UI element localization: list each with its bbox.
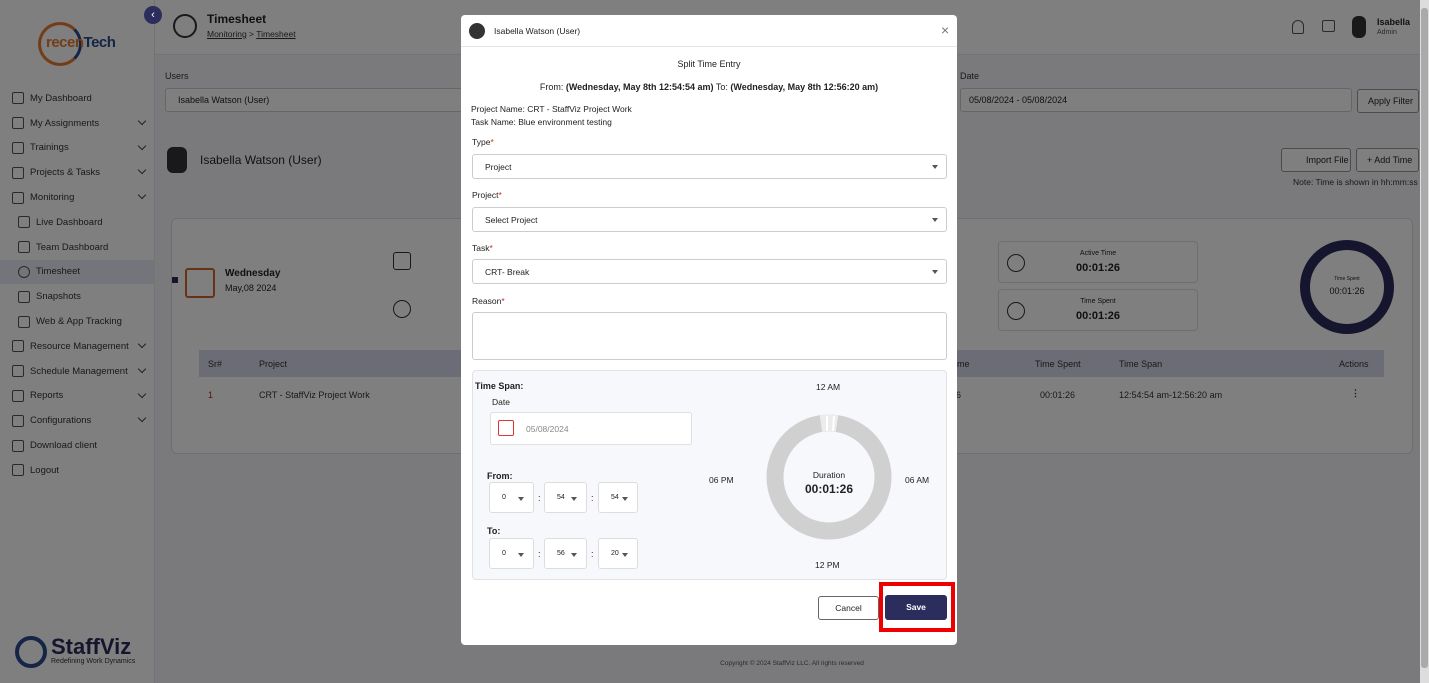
donut-selected-segment	[819, 414, 839, 433]
type-select[interactable]: Project	[472, 154, 947, 179]
range-from: (Wednesday, May 8th 12:54:54 am)	[565, 82, 714, 92]
select-value: 0	[502, 550, 506, 557]
save-button[interactable]: Save	[885, 595, 947, 620]
time-separator: :	[538, 549, 541, 559]
project-name-info: Project Name: CRT - StaffViz Project Wor…	[471, 104, 632, 114]
reason-textarea[interactable]	[472, 312, 947, 360]
select-value: Project	[485, 162, 512, 172]
range-to: (Wednesday, May 8th 12:56:20 am)	[730, 82, 879, 92]
sidebar-collapse-button[interactable]: ‹	[144, 6, 162, 24]
duration-value: 00:01:26	[804, 482, 854, 496]
required-mark: *	[489, 243, 493, 253]
label-text: Task	[472, 243, 490, 253]
task-name-info: Task Name: Blue environment testing	[471, 117, 612, 127]
project-label: Project*	[472, 190, 502, 200]
from-second-select[interactable]: 54	[598, 482, 638, 513]
reason-label: Reason*	[472, 296, 505, 306]
caret-down-icon	[571, 553, 577, 557]
caret-down-icon	[518, 553, 524, 557]
select-value: 0	[502, 494, 506, 501]
label-text: Project	[472, 190, 499, 200]
time-span-label: Time Span:	[475, 381, 524, 391]
task-label: Task*	[472, 243, 493, 253]
caret-down-icon	[518, 497, 524, 501]
duration-label: Duration	[812, 470, 846, 480]
time-separator: :	[538, 493, 541, 503]
task-select[interactable]: CRT- Break	[472, 259, 947, 284]
caret-down-icon	[932, 165, 938, 169]
to-minute-select[interactable]: 56	[544, 538, 587, 569]
select-value: 54	[611, 494, 619, 501]
project-name-label: Project Name:	[471, 104, 525, 114]
clock-label-top: 12 AM	[816, 382, 841, 392]
scrollbar-thumb[interactable]	[1421, 8, 1428, 668]
required-mark: *	[498, 190, 502, 200]
project-select[interactable]: Select Project	[472, 207, 947, 232]
cancel-button[interactable]: Cancel	[818, 596, 879, 620]
type-label: Type*	[472, 137, 494, 147]
caret-down-icon	[622, 497, 628, 501]
time-separator: :	[591, 549, 594, 559]
clock-label-right: 06 AM	[905, 475, 930, 485]
range-from-label: From:	[539, 82, 566, 92]
clock-label-bottom: 12 PM	[815, 560, 840, 570]
label-text: Reason	[472, 296, 502, 306]
caret-down-icon	[932, 270, 938, 274]
date-input[interactable]: 05/08/2024	[490, 412, 692, 445]
avatar	[469, 23, 485, 39]
to-label: To:	[487, 526, 501, 536]
range-to-label: To:	[713, 82, 731, 92]
select-value: 54	[557, 494, 565, 501]
date-label: Date	[492, 397, 510, 407]
select-value: Select Project	[485, 215, 538, 225]
from-minute-select[interactable]: 54	[544, 482, 587, 513]
caret-down-icon	[571, 497, 577, 501]
modal-header: Isabella Watson (User) ×	[461, 15, 957, 47]
to-second-select[interactable]: 20	[598, 538, 638, 569]
select-value: 56	[557, 550, 565, 557]
select-value: CRT- Break	[485, 267, 530, 277]
from-label: From:	[487, 471, 513, 481]
page-scrollbar[interactable]	[1420, 0, 1429, 683]
select-value: 20	[611, 550, 619, 557]
donut-tick	[832, 415, 835, 432]
clock-label-left: 06 PM	[709, 475, 734, 485]
date-value: 05/08/2024	[526, 424, 569, 434]
from-hour-select[interactable]: 0	[489, 482, 534, 513]
close-icon[interactable]: ×	[941, 22, 949, 38]
app: recenTech My Dashboard My Assignments Tr…	[0, 0, 1429, 683]
time-range: From: (Wednesday, May 8th 12:54:54 am) T…	[461, 82, 957, 92]
label-text: Type	[472, 137, 491, 147]
task-name-label: Task Name:	[471, 117, 516, 127]
time-separator: :	[591, 493, 594, 503]
time-span-panel: Time Span: Date 05/08/2024 From: 0 : 54 …	[472, 370, 947, 580]
modal-user-name: Isabella Watson (User)	[494, 26, 581, 36]
calendar-icon	[498, 420, 514, 436]
project-name-value: CRT - StaffViz Project Work	[527, 104, 632, 114]
to-hour-select[interactable]: 0	[489, 538, 534, 569]
task-name-value: Blue environment testing	[518, 117, 612, 127]
modal-title: Split Time Entry	[677, 59, 741, 69]
caret-down-icon	[932, 218, 938, 222]
required-mark: *	[501, 296, 505, 306]
required-mark: *	[490, 137, 494, 147]
split-time-entry-modal: Isabella Watson (User) × Split Time Entr…	[461, 15, 957, 645]
duration-donut: Duration 00:01:26	[759, 414, 899, 540]
caret-down-icon	[622, 553, 628, 557]
